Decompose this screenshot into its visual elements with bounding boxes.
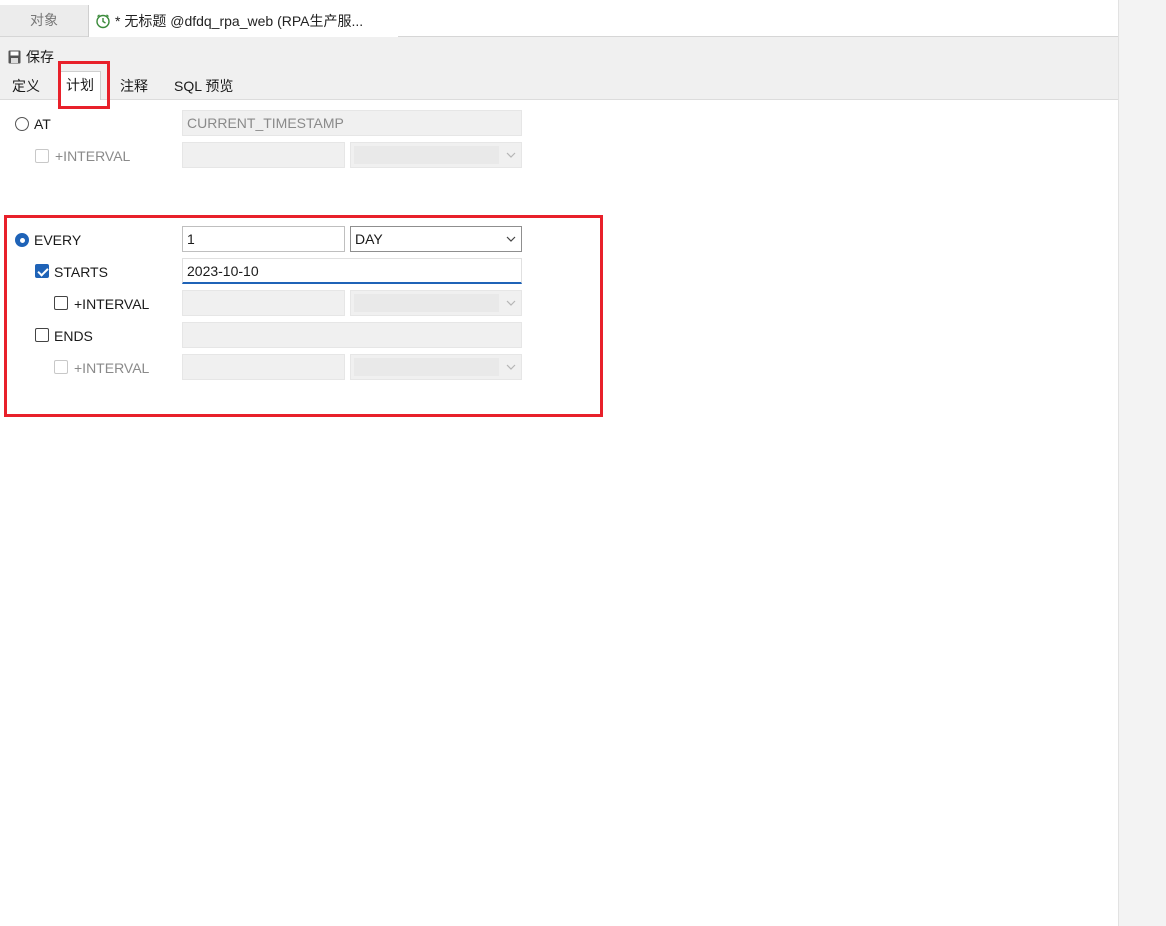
- starts-interval-checkbox[interactable]: [54, 296, 68, 310]
- event-designer: 对象 * 无标题 @dfdq_rpa_web (RPA生产服... 保存 定义 …: [0, 0, 1118, 926]
- every-radio[interactable]: [15, 233, 29, 247]
- ends-interval-checkbox[interactable]: [54, 360, 68, 374]
- right-panel-edge: [1118, 0, 1166, 926]
- subtab-definition[interactable]: 定义: [6, 75, 46, 99]
- chevron-down-icon: [506, 364, 516, 370]
- tab-event-document[interactable]: * 无标题 @dfdq_rpa_web (RPA生产服...: [88, 5, 400, 37]
- at-timestamp-field[interactable]: CURRENT_TIMESTAMP: [182, 110, 522, 136]
- event-clock-icon: [96, 14, 110, 29]
- subtab-comment[interactable]: 注释: [114, 75, 154, 99]
- subtab-schedule[interactable]: 计划: [59, 71, 101, 100]
- tab-bar-empty-area: [398, 5, 1118, 37]
- starts-interval-value-field[interactable]: [182, 290, 345, 316]
- toolbar: 保存: [0, 37, 1118, 71]
- starts-label: STARTS: [54, 264, 108, 280]
- every-unit-select[interactable]: DAY: [350, 226, 522, 252]
- ends-checkbox[interactable]: [35, 328, 49, 342]
- starts-checkbox[interactable]: [35, 264, 49, 278]
- starts-date-field[interactable]: 2023-10-10: [182, 258, 522, 284]
- chevron-down-icon: [506, 152, 516, 158]
- tab-bar: 对象 * 无标题 @dfdq_rpa_web (RPA生产服...: [0, 5, 1118, 37]
- chevron-down-icon: [506, 300, 516, 306]
- select-inner: [354, 146, 499, 164]
- designer-subtabs: 定义 计划 注释 SQL 预览: [0, 71, 1118, 100]
- at-interval-label: +INTERVAL: [55, 148, 131, 164]
- at-interval-unit-select[interactable]: [350, 142, 522, 168]
- ends-interval-value-field[interactable]: [182, 354, 345, 380]
- tab-objects[interactable]: 对象: [0, 5, 89, 36]
- chevron-down-icon: [506, 236, 516, 242]
- ends-date-field[interactable]: [182, 322, 522, 348]
- select-inner: [354, 358, 499, 376]
- every-label: EVERY: [34, 232, 82, 248]
- starts-interval-unit-select[interactable]: [350, 290, 522, 316]
- at-interval-checkbox[interactable]: [35, 149, 49, 163]
- save-disk-icon: [8, 50, 21, 64]
- tab-document-title: * 无标题 @dfdq_rpa_web (RPA生产服...: [115, 13, 364, 29]
- starts-interval-label: +INTERVAL: [74, 296, 150, 312]
- ends-interval-label: +INTERVAL: [74, 360, 150, 376]
- subtab-sql-preview[interactable]: SQL 预览: [168, 75, 239, 99]
- every-value-field[interactable]: 1: [182, 226, 345, 252]
- save-button[interactable]: 保存: [8, 47, 54, 67]
- at-label: AT: [34, 116, 51, 132]
- select-inner: [354, 294, 499, 312]
- save-label: 保存: [26, 49, 54, 65]
- ends-interval-unit-select[interactable]: [350, 354, 522, 380]
- every-unit-value: DAY: [355, 231, 383, 247]
- ends-label: ENDS: [54, 328, 93, 344]
- at-interval-value-field[interactable]: [182, 142, 345, 168]
- at-radio[interactable]: [15, 117, 29, 131]
